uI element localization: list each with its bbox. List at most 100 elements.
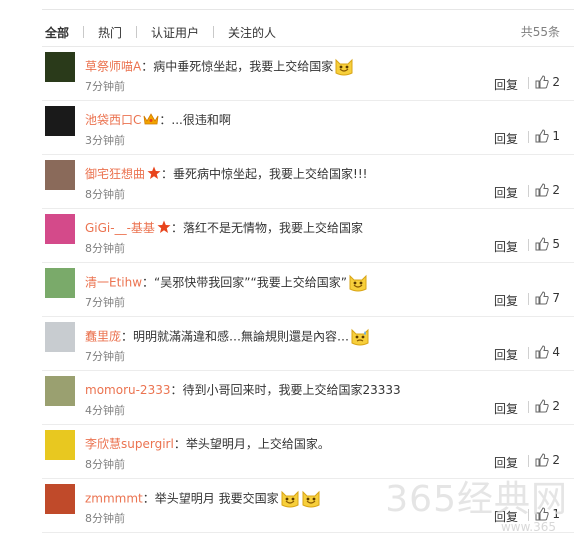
action-separator bbox=[528, 293, 529, 305]
reply-button[interactable]: 回复 bbox=[494, 292, 518, 309]
smile-face-emoji-icon bbox=[348, 273, 368, 293]
like-count: 2 bbox=[552, 453, 560, 467]
tab-hot[interactable]: 热门 bbox=[98, 24, 122, 41]
comment-username[interactable]: 池袋西口C bbox=[85, 113, 141, 127]
action-separator bbox=[528, 509, 529, 521]
like-button[interactable]: 5 bbox=[535, 237, 560, 251]
like-button[interactable]: 2 bbox=[535, 453, 560, 467]
avatar[interactable] bbox=[45, 430, 75, 460]
comment-line: 蠢里庞：明明就滿滿違和感…無論規則還是內容… bbox=[85, 327, 370, 347]
like-count: 2 bbox=[552, 75, 560, 89]
reply-button[interactable]: 回复 bbox=[494, 238, 518, 255]
comment-username[interactable]: momoru-2333 bbox=[85, 383, 170, 397]
comment-total-count: 共55条 bbox=[520, 25, 560, 39]
comment-text: ：垂死病中惊坐起，我要上交给国家!!! bbox=[161, 167, 368, 181]
like-count: 4 bbox=[552, 345, 560, 359]
comment-username[interactable]: 清一Etihw bbox=[85, 276, 142, 290]
thumbs-up-icon bbox=[535, 183, 552, 197]
like-count: 2 bbox=[552, 399, 560, 413]
comment-text: ：明明就滿滿違和感…無論規則還是內容… bbox=[121, 329, 350, 344]
comment-line: momoru-2333：待到小哥回来时，我要上交给国家23333 bbox=[85, 381, 401, 398]
avatar[interactable] bbox=[45, 322, 75, 352]
comment-timestamp: 8分钟前 bbox=[85, 512, 125, 525]
like-count: 7 bbox=[552, 291, 560, 305]
like-count: 2 bbox=[552, 183, 560, 197]
tab-verified-users[interactable]: 认证用户 bbox=[151, 24, 199, 41]
action-separator bbox=[528, 185, 529, 197]
reply-button[interactable]: 回复 bbox=[494, 454, 518, 471]
comment-username[interactable]: GiGi-__-基基 bbox=[85, 221, 155, 235]
reply-button[interactable]: 回复 bbox=[494, 130, 518, 147]
top-divider bbox=[42, 9, 574, 10]
like-button[interactable]: 1 bbox=[535, 507, 560, 521]
comment-line: zmmmmt：举头望明月 我要交国家 bbox=[85, 489, 321, 509]
like-button[interactable]: 2 bbox=[535, 399, 560, 413]
thumbs-up-icon bbox=[535, 237, 552, 251]
comment-item: GiGi-__-基基 ：落红不是无情物，我要上交给国家 8分钟前 回复 5 bbox=[42, 209, 574, 263]
avatar[interactable] bbox=[45, 160, 75, 190]
comment-item: zmmmmt：举头望明月 我要交国家 8分钟前 回复 1 bbox=[42, 479, 574, 533]
comment-text: ：...很违和啊 bbox=[159, 113, 231, 127]
thumbs-up-icon bbox=[535, 75, 552, 89]
reply-button[interactable]: 回复 bbox=[494, 400, 518, 417]
thumbs-up-icon bbox=[535, 507, 552, 521]
filter-tabs: 全部 热门 认证用户 关注的人 bbox=[45, 22, 276, 42]
crown-badge-icon bbox=[143, 112, 159, 129]
comment-timestamp: 7分钟前 bbox=[85, 350, 125, 363]
comment-username[interactable]: zmmmmt bbox=[85, 492, 143, 506]
star-badge-icon bbox=[147, 166, 161, 183]
smile-face-emoji-icon bbox=[301, 489, 321, 509]
action-separator bbox=[528, 455, 529, 467]
like-button[interactable]: 4 bbox=[535, 345, 560, 359]
comment-username[interactable]: 蠢里庞 bbox=[85, 330, 121, 344]
comment-text: ：待到小哥回来时，我要上交给国家23333 bbox=[170, 383, 401, 397]
tab-separator bbox=[213, 26, 215, 38]
comment-timestamp: 7分钟前 bbox=[85, 80, 125, 93]
like-button[interactable]: 1 bbox=[535, 129, 560, 143]
action-separator bbox=[528, 239, 529, 251]
comment-timestamp: 7分钟前 bbox=[85, 296, 125, 309]
comment-username[interactable]: 御宅狂想曲 bbox=[85, 167, 145, 181]
comment-line: 御宅狂想曲 ：垂死病中惊坐起，我要上交给国家!!! bbox=[85, 165, 367, 183]
tab-separator bbox=[83, 26, 85, 38]
avatar[interactable] bbox=[45, 484, 75, 514]
reply-button[interactable]: 回复 bbox=[494, 76, 518, 93]
comment-item: 御宅狂想曲 ：垂死病中惊坐起，我要上交给国家!!! 8分钟前 回复 2 bbox=[42, 155, 574, 209]
comment-item: 草祭师喵A：病中垂死惊坐起，我要上交给国家 7分钟前 回复 2 bbox=[42, 47, 574, 101]
reply-button[interactable]: 回复 bbox=[494, 508, 518, 525]
action-separator bbox=[528, 347, 529, 359]
avatar[interactable] bbox=[45, 214, 75, 244]
comment-timestamp: 8分钟前 bbox=[85, 188, 125, 201]
comment-item: momoru-2333：待到小哥回来时，我要上交给国家23333 4分钟前 回复 2 bbox=[42, 371, 574, 425]
comment-item: 清一Etihw：“吴邪快带我回家”“我要上交给国家” 7分钟前 回复 7 bbox=[42, 263, 574, 317]
avatar[interactable] bbox=[45, 106, 75, 136]
thumbs-up-icon bbox=[535, 399, 552, 413]
like-button[interactable]: 7 bbox=[535, 291, 560, 305]
avatar[interactable] bbox=[45, 268, 75, 298]
comment-timestamp: 3分钟前 bbox=[85, 134, 125, 147]
comment-item: 池袋西口C ：...很违和啊 3分钟前 回复 1 bbox=[42, 101, 574, 155]
like-button[interactable]: 2 bbox=[535, 75, 560, 89]
avatar[interactable] bbox=[45, 376, 75, 406]
comment-text: ：举头望明月，上交给国家。 bbox=[173, 437, 330, 451]
like-button[interactable]: 2 bbox=[535, 183, 560, 197]
comment-text: ：病中垂死惊坐起，我要上交给国家 bbox=[141, 59, 334, 74]
action-separator bbox=[528, 401, 529, 413]
comment-list: 草祭师喵A：病中垂死惊坐起，我要上交给国家 7分钟前 回复 2 池袋西口C ：...很违和… bbox=[42, 47, 574, 533]
comment-line: 池袋西口C ：...很违和啊 bbox=[85, 111, 231, 129]
smile-face-emoji-icon bbox=[280, 489, 300, 509]
comment-username[interactable]: 李欣慧supergirl bbox=[85, 437, 174, 451]
reply-button[interactable]: 回复 bbox=[494, 184, 518, 201]
avatar[interactable] bbox=[45, 52, 75, 82]
smile-face-emoji-icon bbox=[334, 57, 354, 77]
tab-all[interactable]: 全部 bbox=[45, 24, 69, 41]
comment-text: ：落红不是无情物，我要上交给国家 bbox=[170, 221, 363, 235]
comment-line: 草祭师喵A：病中垂死惊坐起，我要上交给国家 bbox=[85, 57, 354, 77]
comment-username[interactable]: 草祭师喵A bbox=[85, 60, 141, 74]
like-count: 1 bbox=[552, 129, 560, 143]
reply-button[interactable]: 回复 bbox=[494, 346, 518, 363]
tab-following[interactable]: 关注的人 bbox=[228, 24, 276, 41]
comment-timestamp: 8分钟前 bbox=[85, 458, 125, 471]
thumbs-up-icon bbox=[535, 453, 552, 467]
action-separator bbox=[528, 131, 529, 143]
